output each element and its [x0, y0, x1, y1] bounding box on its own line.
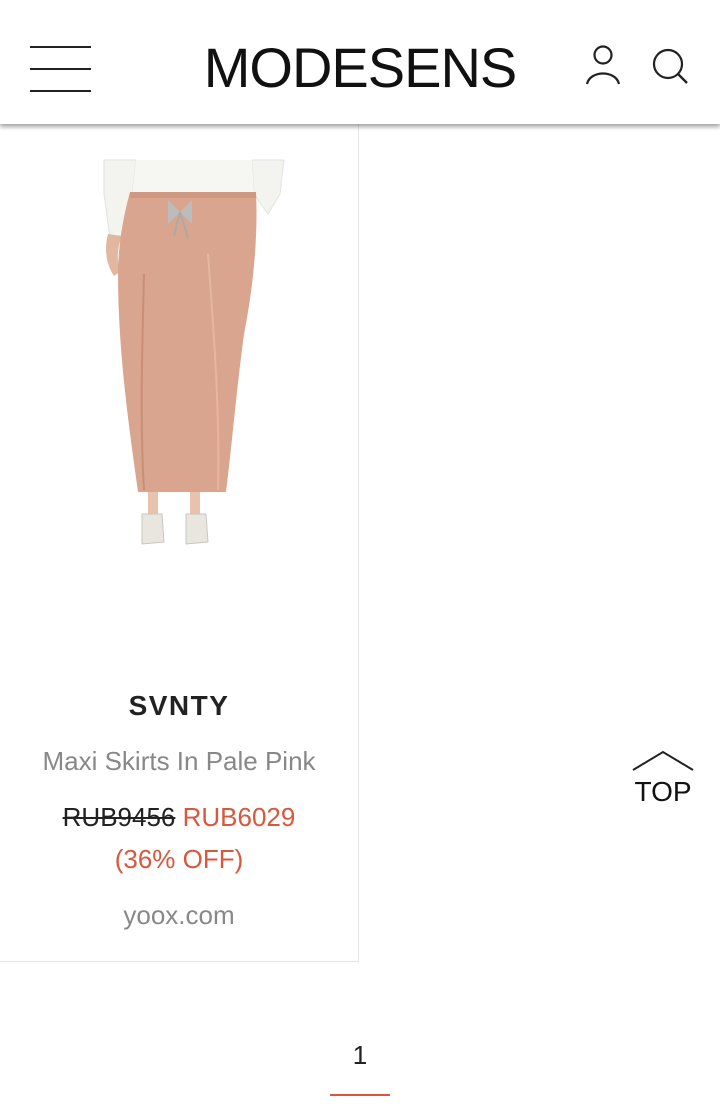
original-price: RUB9456 [62, 802, 176, 832]
product-card[interactable]: SVNTY Maxi Skirts In Pale Pink RUB9456 R… [0, 124, 359, 962]
menu-line [30, 46, 91, 48]
top-label: TOP [634, 776, 692, 807]
chevron-up-icon [632, 750, 694, 771]
price-line: RUB9456 RUB6029 [0, 802, 358, 833]
skirt-photo-icon [103, 159, 285, 545]
menu-line [30, 90, 91, 92]
menu-line [30, 68, 91, 70]
page-number: 1 [352, 1040, 368, 1070]
active-page-indicator [330, 1094, 390, 1096]
top-header: MODESENS [0, 0, 720, 124]
pagination-page-1[interactable]: 1 [330, 1040, 390, 1096]
product-image[interactable] [96, 154, 292, 554]
hamburger-menu-icon[interactable] [30, 44, 92, 94]
user-icon[interactable] [584, 44, 622, 86]
site-logo[interactable]: MODESENS [160, 38, 560, 98]
product-brand[interactable]: SVNTY [0, 690, 358, 722]
sale-price: RUB6029 [182, 802, 296, 832]
product-title[interactable]: Maxi Skirts In Pale Pink [0, 746, 358, 777]
store-name[interactable]: yoox.com [0, 900, 358, 931]
scroll-to-top-button[interactable]: TOP [628, 748, 698, 824]
discount-label: (36% OFF) [114, 844, 244, 874]
search-icon[interactable] [650, 46, 690, 86]
